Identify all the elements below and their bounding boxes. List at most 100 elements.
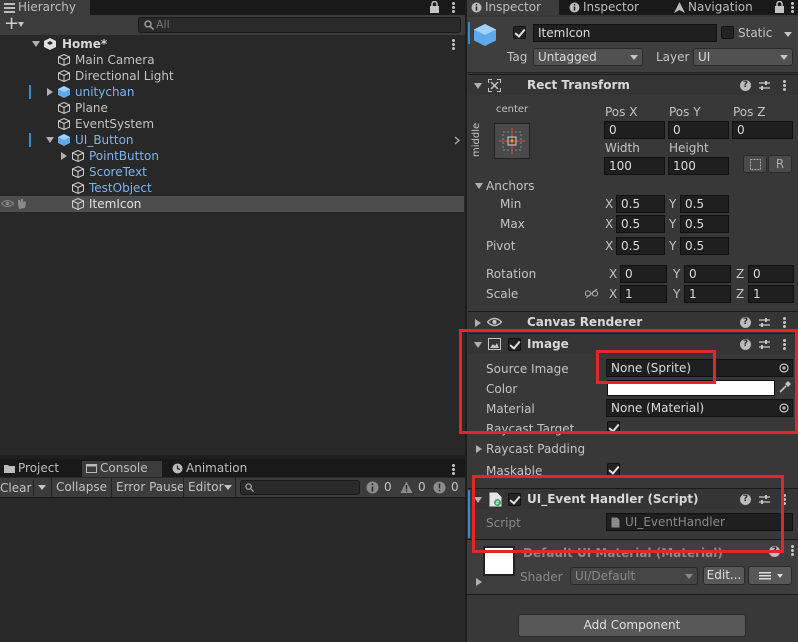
anchor-min-y-input[interactable]: 0.5 [680, 195, 729, 213]
static-checkbox[interactable] [721, 26, 734, 39]
pos-x-label: Pos X [605, 105, 638, 119]
scale-z-input[interactable]: 1 [748, 285, 794, 303]
blueprint-mode-button[interactable] [743, 155, 767, 173]
hierarchy-item[interactable]: ScoreText [0, 164, 464, 180]
lock-icon[interactable] [774, 1, 785, 13]
inspector-menu-icon[interactable] [791, 1, 794, 14]
add-component-button[interactable]: Add Component [518, 614, 746, 637]
hierarchy-item[interactable]: EventSystem [0, 116, 464, 132]
create-button[interactable]: + [4, 13, 30, 34]
active-checkbox[interactable] [513, 26, 526, 39]
tab-navigation[interactable]: Navigation [670, 0, 770, 15]
edit-shader-button[interactable]: Edit... [703, 566, 745, 585]
hierarchy-menu-icon[interactable] [452, 1, 455, 14]
tab-animation[interactable]: Animation [168, 461, 260, 477]
clear-dropdown[interactable] [33, 479, 50, 496]
expand-arrow-icon[interactable] [475, 319, 481, 327]
expand-arrow-icon[interactable] [474, 83, 482, 89]
width-input[interactable]: 100 [604, 157, 665, 175]
tab-animation-label: Animation [186, 461, 248, 475]
height-input[interactable]: 100 [668, 157, 729, 175]
layer-dropdown[interactable]: UI [693, 48, 793, 66]
rotation-z-input[interactable]: 0 [748, 265, 794, 283]
hierarchy-search-input[interactable]: All [138, 17, 461, 33]
info-count: 0 [384, 480, 392, 494]
pivot-x-input[interactable]: 0.5 [616, 237, 665, 255]
chevron-down-icon [685, 574, 693, 579]
expand-arrow-icon[interactable] [32, 41, 40, 47]
hierarchy-item[interactable]: unitychan [0, 84, 464, 100]
pickable-hand-icon[interactable] [16, 198, 27, 210]
gameobject-icon [72, 150, 84, 162]
help-icon[interactable]: ? [740, 80, 751, 91]
static-dropdown-icon[interactable] [784, 32, 792, 37]
highlight-box [596, 350, 716, 384]
error-pause-button[interactable]: Error Pause [111, 478, 188, 497]
expand-arrow-icon[interactable] [47, 88, 53, 96]
scale-x-input[interactable]: 1 [620, 285, 667, 303]
tab-project[interactable]: Project [0, 461, 78, 477]
anchor-max-x-input[interactable]: 0.5 [616, 215, 665, 233]
console-menu-icon[interactable] [452, 463, 455, 476]
component-menu-icon[interactable] [783, 316, 786, 329]
tab-inspector-1-label: Inspector [485, 0, 541, 14]
hierarchy-item[interactable]: UI_Button [0, 132, 464, 148]
error-count-toggle[interactable]: 0 [433, 479, 463, 496]
scene-menu-icon[interactable] [452, 38, 455, 51]
scene-name: Home* [62, 37, 108, 51]
hierarchy-item-selected[interactable]: ItemIcon [0, 196, 464, 212]
material-menu-icon[interactable] [791, 544, 794, 557]
help-icon[interactable]: ? [740, 317, 751, 328]
settings-sliders-icon[interactable] [759, 317, 770, 328]
anchor-preset-button[interactable] [494, 123, 530, 159]
object-name-input[interactable]: ItemIcon [533, 24, 717, 42]
constrain-proportions-icon[interactable] [585, 288, 598, 299]
rotation-y-input[interactable]: 0 [684, 265, 731, 283]
raw-edit-button[interactable]: R [768, 155, 792, 173]
clear-button[interactable]: Clear [0, 480, 31, 496]
lock-icon[interactable] [429, 1, 440, 13]
pos-y-input[interactable]: 0 [668, 121, 729, 139]
warning-count-toggle[interactable]: 0 [400, 479, 430, 496]
component-menu-icon[interactable] [783, 79, 786, 92]
rect-transform-header[interactable]: Rect Transform ? [468, 74, 798, 95]
scene-row[interactable]: Home* [0, 36, 464, 52]
settings-sliders-icon[interactable] [759, 80, 770, 91]
tab-inspector-2[interactable]: Inspector [565, 0, 657, 15]
collapse-button[interactable]: Collapse [51, 478, 111, 497]
shader-options-button[interactable] [748, 566, 792, 585]
material-expand-arrow-icon[interactable] [476, 578, 482, 586]
rotation-label: Rotation [486, 267, 537, 281]
tab-inspector-1[interactable]: Inspector [467, 0, 559, 15]
hierarchy-item[interactable]: Plane [0, 100, 464, 116]
editor-dropdown[interactable]: Editor [183, 478, 236, 497]
unity-scene-icon [44, 38, 56, 50]
shader-dropdown[interactable]: UI/Default [570, 567, 698, 585]
hierarchy-item[interactable]: Directional Light [0, 68, 464, 84]
visibility-eye-icon[interactable] [1, 199, 14, 208]
pos-x-input[interactable]: 0 [604, 121, 665, 139]
hierarchy-item-label: PointButton [89, 149, 159, 163]
rotation-x-input[interactable]: 0 [620, 265, 667, 283]
gameobject-icon [58, 70, 70, 82]
console-search-input[interactable] [240, 480, 360, 495]
expand-arrow-icon[interactable] [61, 152, 67, 160]
pivot-y-input[interactable]: 0.5 [680, 237, 729, 255]
hierarchy-item[interactable]: TestObject [0, 180, 464, 196]
expand-arrow-icon[interactable] [46, 137, 54, 143]
hierarchy-item[interactable]: PointButton [0, 148, 464, 164]
hierarchy-item[interactable]: Main Camera [0, 52, 464, 68]
override-marker [29, 133, 31, 147]
anchor-max-y-input[interactable]: 0.5 [680, 215, 729, 233]
raycast-padding-expand-arrow-icon[interactable] [476, 445, 482, 453]
anchor-min-x-input[interactable]: 0.5 [616, 195, 665, 213]
tab-console[interactable]: Console [82, 461, 162, 477]
chevron-right-icon[interactable] [454, 136, 460, 145]
anchors-expand-arrow-icon[interactable] [475, 183, 483, 189]
pos-z-input[interactable]: 0 [732, 121, 793, 139]
tag-dropdown[interactable]: Untagged [533, 48, 643, 66]
info-count-toggle[interactable]: 0 [366, 479, 396, 496]
hierarchy-item-label: Plane [75, 101, 108, 115]
scale-y-input[interactable]: 1 [684, 285, 731, 303]
max-label: Max [500, 217, 525, 231]
